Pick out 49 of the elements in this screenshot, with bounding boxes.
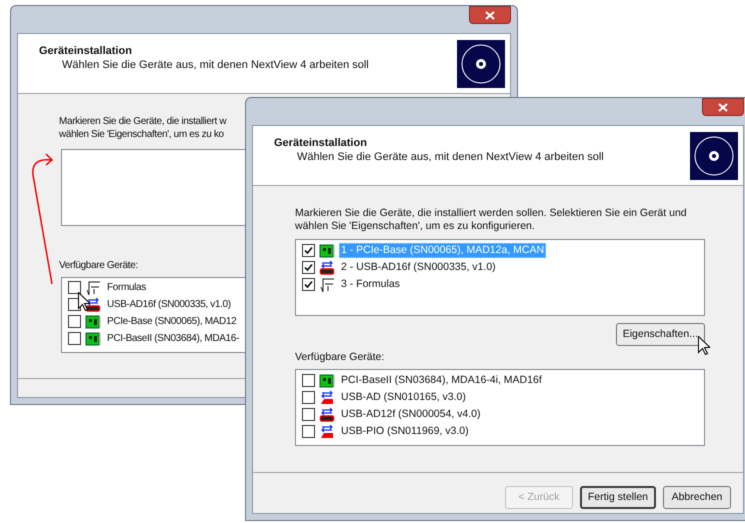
available-label: Verfügbare Geräte: — [295, 351, 384, 364]
checkbox[interactable] — [302, 374, 315, 387]
close-icon — [485, 10, 495, 20]
usb-device-icon — [319, 424, 335, 440]
mouse-cursor-icon — [78, 292, 90, 311]
usb-device-icon — [319, 406, 335, 422]
mouse-cursor-icon — [698, 336, 710, 355]
device-label[interactable]: Formulas — [105, 280, 148, 295]
circuit-board-icon — [85, 330, 101, 346]
header-title: Geräteinstallation — [39, 44, 133, 58]
device-label[interactable]: 3 - Formulas — [339, 277, 402, 292]
checkbox[interactable] — [302, 425, 315, 438]
checkbox[interactable] — [68, 281, 81, 294]
header-subtitle: Wählen Sie die Geräte aus, mit denen NextView 4 arbeiten soll — [61, 58, 369, 72]
close-icon — [718, 102, 728, 112]
checkbox[interactable] — [302, 278, 315, 291]
usb-device-icon — [85, 296, 101, 312]
instruction-text: wählen Sie 'Eigenschaften', um es zu ko — [59, 128, 225, 141]
device-label[interactable]: 2 - USB-AD16f (SN000335, v1.0) — [339, 260, 498, 275]
checkbox[interactable] — [302, 391, 315, 404]
device-label[interactable]: USB-AD (SN010165, v3.0) — [339, 390, 468, 405]
close-button[interactable] — [469, 6, 511, 24]
circuit-board-icon — [319, 242, 335, 258]
header-title: Geräteinstallation — [274, 136, 368, 150]
formula-icon — [319, 276, 335, 292]
circuit-board-icon — [85, 314, 101, 330]
checkbox[interactable] — [302, 408, 315, 421]
instruction-text: Markieren Sie die Geräte, die installiert w — [59, 115, 228, 128]
device-label[interactable]: USB-PIO (SN011969, v3.0) — [339, 424, 471, 439]
header-subtitle: Wählen Sie die Geräte aus, mit denen NextView 4 arbeiten soll — [296, 150, 604, 164]
close-button[interactable] — [702, 98, 744, 116]
usb-device-icon — [319, 260, 335, 276]
device-label[interactable]: PCIe-Base (SN00065), MAD12 — [105, 314, 238, 329]
checkbox[interactable] — [68, 315, 81, 328]
formula-icon — [85, 280, 101, 296]
checkbox[interactable] — [302, 261, 315, 274]
device-label[interactable]: PCI-BaseII (SN03684), MDA16- — [105, 331, 241, 346]
device-label[interactable]: PCI-BaseII (SN03684), MDA16-4i, MAD16f — [339, 373, 544, 388]
available-label: Verfügbare Geräte: — [59, 259, 138, 272]
wizard-button[interactable]: Fertig stellen — [580, 486, 656, 509]
device-label[interactable]: USB-AD12f (SN000054, v4.0) — [339, 407, 482, 422]
wizard-button[interactable]: Abbrechen — [663, 486, 731, 509]
circuit-board-icon — [319, 372, 335, 388]
checkbox[interactable] — [68, 332, 81, 345]
instruction-text: Markieren Sie die Geräte, die installiert werden sollen. Selektieren Sie ein Gerät und wählen Sie 'Eigenschaften', um es zu konfigurieren. — [295, 207, 688, 233]
properties-button[interactable]: Eigenschaften... — [616, 323, 705, 346]
usb-device-icon — [319, 390, 335, 406]
checkbox[interactable] — [302, 244, 315, 257]
device-label[interactable]: USB-AD16f (SN000335, v1.0) — [105, 297, 233, 312]
